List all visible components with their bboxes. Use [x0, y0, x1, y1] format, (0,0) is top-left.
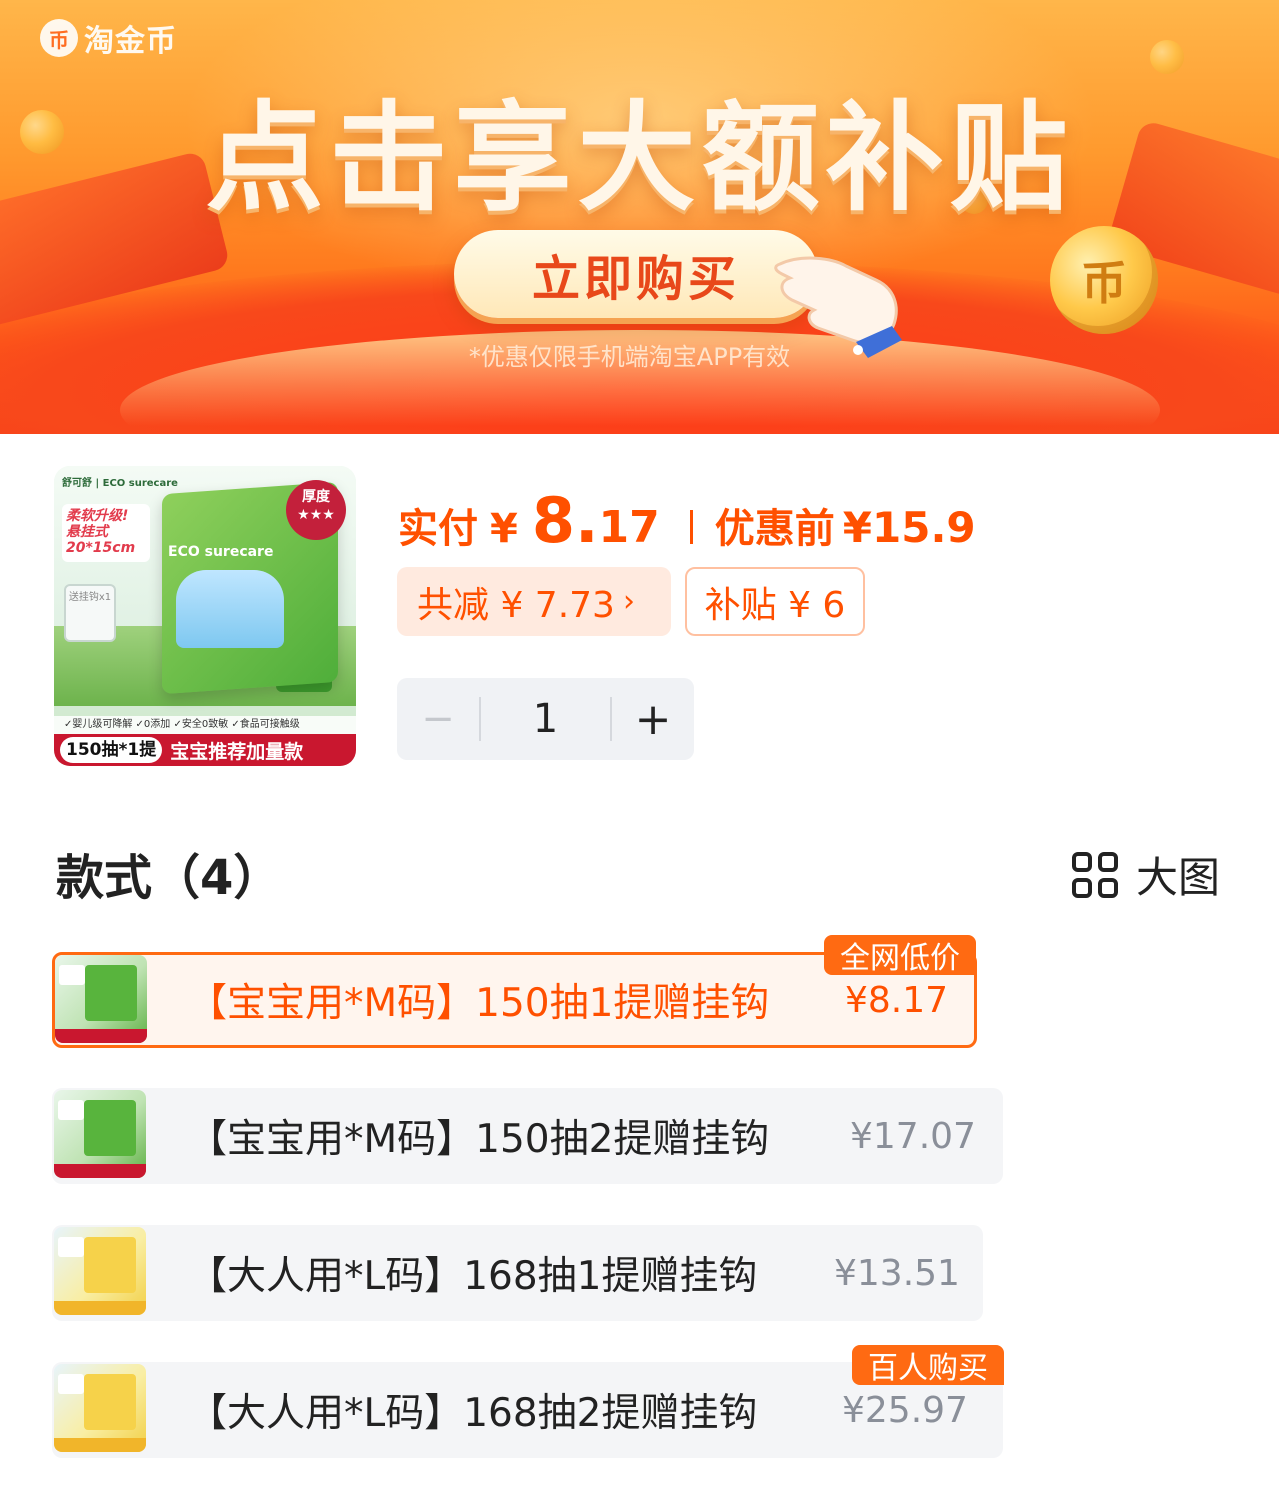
pack-window [176, 570, 284, 648]
total-discount-text: 共减 ¥ 7.73 [417, 584, 615, 626]
price-divider [689, 510, 693, 544]
variant-thumbnail [54, 1364, 146, 1452]
total-discount-chip[interactable]: 共减 ¥ 7.73 › [397, 567, 671, 636]
before-discount-price: ¥15.9 [842, 503, 976, 552]
coin-glyph: 币 [1081, 256, 1127, 310]
thickness-badge: 厚度 ★★★ [286, 480, 346, 540]
quantity-value[interactable]: 1 [481, 696, 610, 742]
coin-icon: 币 [40, 19, 78, 57]
currency-symbol: ¥ [490, 506, 518, 552]
variants-title: 款式（4） [56, 850, 282, 906]
brand-name: 淘金币 [84, 24, 177, 59]
feature-checks: ✓婴儿级可降解 ✓0添加 ✓安全0致敏 ✓食品可接触级 [54, 716, 356, 734]
variant-option[interactable]: 【大人用*L码】168抽1提赠挂钩 ¥13.51 [52, 1225, 983, 1321]
paid-price-decimal: 17 [598, 502, 660, 553]
quantity-stepper[interactable]: − 1 + [397, 678, 694, 760]
variant-thumbnail [55, 955, 147, 1043]
brand-logo: 币 淘金币 [40, 16, 177, 60]
variant-price: ¥13.51 [834, 1252, 960, 1294]
variant-name: 【大人用*L码】168抽1提赠挂钩 [188, 1254, 758, 1299]
variant-price: ¥17.07 [850, 1115, 976, 1157]
hook-gift-label: 送挂钩x1 [64, 584, 116, 642]
variant-name: 【宝宝用*M码】150抽1提赠挂钩 [188, 981, 770, 1026]
price-row: 实付 ¥ 8 . 17 优惠前 ¥15.9 [398, 484, 976, 557]
variant-thumbnail [54, 1090, 146, 1178]
paid-price-integer: 8 [531, 484, 575, 557]
large-view-toggle[interactable]: 大图 [1072, 844, 1220, 905]
chevron-right-icon: › [622, 584, 635, 619]
pack-label: ECO surecare [168, 544, 274, 560]
variant-option[interactable]: 【宝宝用*M码】150抽2提赠挂钩 ¥17.07 [52, 1088, 1003, 1184]
paid-price-dot: . [574, 484, 599, 557]
banner-headline: 点击享大额补贴 [205, 89, 1074, 227]
large-view-label: 大图 [1136, 853, 1221, 902]
grid-icon [1072, 851, 1118, 898]
recommend-text: 宝宝推荐加量款 [170, 740, 304, 763]
decrease-button[interactable]: − [397, 678, 479, 760]
variant-thumbnail [54, 1227, 146, 1315]
product-image[interactable]: 舒可舒 | ECO surecare ECO surecare 柔软升级! 悬挂… [54, 466, 356, 766]
lowest-price-badge: 全网低价 [824, 935, 976, 976]
banner-note: *优惠仅限手机端淘宝APP有效 [468, 343, 791, 371]
increase-button[interactable]: + [612, 678, 694, 760]
gold-coin-icon: 币 [1050, 226, 1158, 334]
popular-badge: 百人购买 [852, 1345, 1004, 1386]
count-pill: 150抽*1提 [60, 737, 163, 763]
promo-banner[interactable]: 币 币 淘金币 点击享大额补贴 立即购买 *优惠仅限手机端淘宝APP有效 [0, 0, 1279, 434]
soft-upgrade-tag: 柔软升级! 悬挂式 20*15cm [62, 504, 150, 562]
variant-name: 【大人用*L码】168抽2提赠挂钩 [188, 1391, 758, 1436]
buy-now-button[interactable]: 立即购买 [454, 230, 818, 318]
paid-label: 实付 [398, 506, 478, 552]
subsidy-chip: 补贴 ¥ 6 [685, 567, 865, 636]
brand-strip: 舒可舒 | ECO surecare [62, 478, 178, 489]
before-discount-label: 优惠前 [714, 506, 835, 552]
product-image-bottom-bar: 150抽*1提 宝宝推荐加量款 [54, 734, 356, 766]
variant-name: 【宝宝用*M码】150抽2提赠挂钩 [188, 1117, 770, 1162]
